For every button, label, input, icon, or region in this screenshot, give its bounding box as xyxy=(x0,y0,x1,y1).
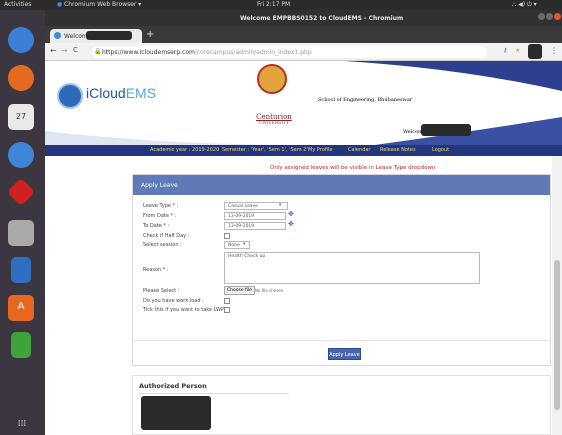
nav-logout[interactable]: Logout xyxy=(432,147,449,153)
clock[interactable]: Fri 2:17 PM xyxy=(257,1,290,8)
redaction-scribble xyxy=(86,31,132,40)
calendar-picker-icon[interactable]: ✥ xyxy=(288,220,294,228)
choose-file-button[interactable]: Choose file xyxy=(224,286,255,295)
back-button[interactable]: ← xyxy=(50,46,57,55)
window-title-bar: Welcome EMPBBS0152 to CloudEMS - Chromiu… xyxy=(45,10,562,26)
divider xyxy=(139,393,289,394)
calendar-picker-icon[interactable]: ✥ xyxy=(288,210,294,218)
nav-calendar[interactable]: Calendar xyxy=(348,147,370,153)
firefox-icon[interactable] xyxy=(8,65,34,91)
tab-strip: Welcom + xyxy=(45,26,562,43)
reason-textarea[interactable]: Health Check up xyxy=(224,252,480,284)
divider xyxy=(133,340,550,341)
chevron-down-icon: ▾ xyxy=(279,203,282,208)
activities-button[interactable]: Activities xyxy=(4,1,31,8)
chromium-icon[interactable] xyxy=(8,142,34,168)
university-seal-icon xyxy=(257,64,287,94)
files-icon[interactable] xyxy=(8,220,34,246)
form-title: Apply Leave xyxy=(133,175,550,195)
work-load-checkbox[interactable] xyxy=(224,298,230,304)
calc-icon[interactable] xyxy=(11,332,31,358)
system-top-bar: Activities ● Chromium Web Browser ▾ Fri … xyxy=(0,0,562,10)
launcher-dock: 27 A ⁞⁞⁞ xyxy=(0,10,45,435)
semester-label: Semester : 'Year', 'Sem 1', 'Sem 2' xyxy=(222,147,308,153)
work-load-label: Do you have work load : xyxy=(143,298,204,304)
star-icon[interactable]: ★ xyxy=(515,47,520,54)
half-day-checkbox[interactable] xyxy=(224,233,230,239)
from-date-field[interactable]: 13-09-2019 xyxy=(224,212,286,220)
browser-tab[interactable]: Welcom xyxy=(50,29,142,43)
lwp-label: Tick this if you want to take LWP : xyxy=(143,307,228,313)
site-header: iCloudEMS Centurion UNIVERSITY School of… xyxy=(45,61,562,145)
ruby-icon[interactable] xyxy=(6,177,36,207)
reason-label: Reason * : xyxy=(143,267,169,273)
icloudems-logo-icon xyxy=(57,83,83,109)
leave-type-notice: Only assigned leaves will be visible in … xyxy=(270,165,436,171)
from-date-label: From Date * : xyxy=(143,213,177,219)
authorized-person-title: Authorized Person xyxy=(139,382,207,390)
writer-icon[interactable] xyxy=(11,257,31,283)
url-host: https://www.icloudemserp.com xyxy=(102,49,195,56)
authorized-person-panel: Authorized Person xyxy=(132,375,551,435)
calendar-icon[interactable]: 27 xyxy=(8,104,34,130)
url-path: /corecampus/admin/admin_index1.php xyxy=(194,49,312,56)
software-icon[interactable]: A xyxy=(8,295,34,321)
to-date-field[interactable]: 13-09-2019 xyxy=(224,222,286,230)
apps-grid-icon[interactable]: ⁞⁞⁞ xyxy=(12,420,32,435)
apply-leave-form: Apply Leave Leave Type * : Casual Leave … xyxy=(132,174,551,366)
chromium-icon[interactable] xyxy=(8,27,34,53)
chromium-small-icon: ● xyxy=(57,1,63,8)
leave-type-select[interactable]: Casual Leave ▾ xyxy=(224,202,288,210)
nav-release-notes[interactable]: Release Notes xyxy=(380,147,416,153)
half-day-label: Check if Half Day : xyxy=(143,233,190,239)
university-name: Centurion UNIVERSITY xyxy=(256,113,292,126)
forward-button[interactable]: → xyxy=(61,46,68,55)
select-session-label: Select session : xyxy=(143,242,182,248)
to-date-label: To Date * : xyxy=(143,223,170,229)
nav-my-profile[interactable]: My Profile xyxy=(308,147,332,153)
maximize-icon[interactable] xyxy=(546,13,553,20)
main-navbar: Academic year : 2019-2020 Semester : 'Ye… xyxy=(45,145,562,156)
apply-leave-button[interactable]: Apply Leave xyxy=(328,348,361,360)
tab-title: Welcom xyxy=(64,33,88,40)
window-title: Welcome EMPBBS0152 to CloudEMS - Chromiu… xyxy=(240,15,404,22)
browser-toolbar: ← → C 🔒 https://www.icloudemserp.com/cor… xyxy=(45,43,562,61)
session-select[interactable]: None ▾ xyxy=(224,241,250,249)
leave-type-label: Leave Type * : xyxy=(143,203,179,209)
lwp-checkbox[interactable] xyxy=(224,307,230,313)
file-status: No file chosen xyxy=(255,288,284,293)
please-select-label: Please Select : xyxy=(143,288,180,294)
icloudems-logo: iCloudEMS xyxy=(86,85,157,101)
academic-year-label: Academic year : 2019-2020 xyxy=(150,147,220,153)
app-menu[interactable]: Chromium Web Browser ▾ xyxy=(64,1,141,8)
minimize-icon[interactable] xyxy=(538,13,545,20)
redaction-scribble xyxy=(141,396,211,430)
key-icon[interactable]: ⚷ xyxy=(503,47,507,54)
scrollbar-thumb[interactable] xyxy=(554,260,560,410)
status-menu[interactable]: ⛬ ◀) ⏻ ▾ xyxy=(512,1,537,9)
menu-kebab-icon[interactable]: ⋮ xyxy=(550,46,558,55)
reload-button[interactable]: C xyxy=(73,46,78,54)
profile-avatar[interactable] xyxy=(528,44,542,59)
chevron-down-icon: ▾ xyxy=(243,242,246,247)
lock-icon: 🔒 xyxy=(94,48,102,55)
header-decoration xyxy=(45,61,562,145)
redaction-scribble xyxy=(421,124,471,136)
page-scrollbar[interactable] xyxy=(552,156,562,435)
school-name: School of Engineering, Bhubaneswar xyxy=(318,97,413,103)
close-icon[interactable] xyxy=(554,13,561,20)
tab-favicon-icon xyxy=(54,32,61,39)
address-input[interactable]: 🔒 https://www.icloudemserp.com/corecampu… xyxy=(92,46,487,58)
new-tab-button[interactable]: + xyxy=(146,29,154,40)
